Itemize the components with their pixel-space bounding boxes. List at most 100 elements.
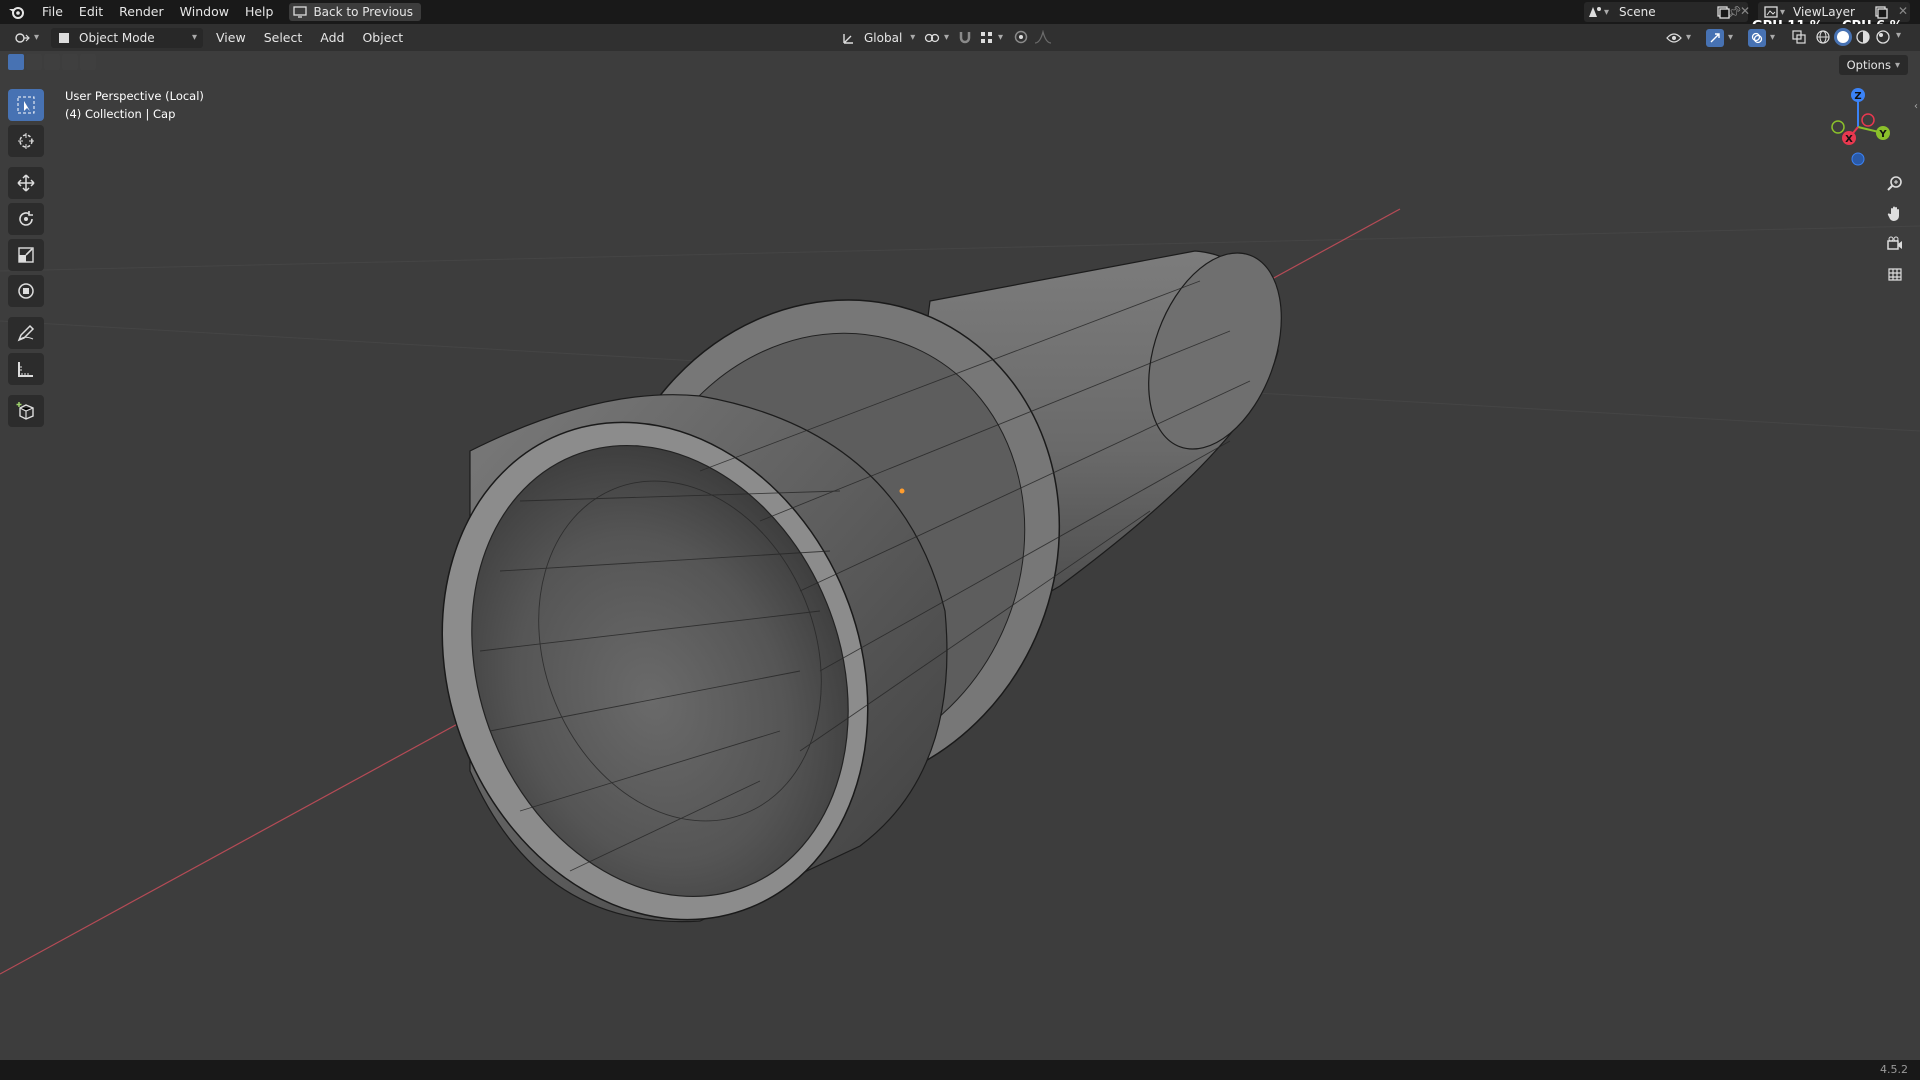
scale-tool[interactable] xyxy=(8,239,44,271)
new-scene-icon[interactable] xyxy=(1714,3,1732,21)
transform-icon xyxy=(18,283,34,299)
gizmo-dropdown[interactable]: ▾ xyxy=(1700,28,1739,48)
viewport-scene xyxy=(0,208,1920,975)
menu-view[interactable]: View xyxy=(207,30,255,45)
add-cube-icon xyxy=(16,402,34,420)
pivot-icon xyxy=(924,33,940,42)
chevron-down-icon: ▾ xyxy=(192,32,198,43)
scene-name: Scene xyxy=(1619,5,1656,19)
measure-tool[interactable] xyxy=(8,353,44,385)
delete-scene-icon[interactable]: ✕ xyxy=(1740,4,1750,18)
blender-logo-icon[interactable] xyxy=(0,0,34,24)
eye-icon xyxy=(1666,32,1682,43)
menu-render[interactable]: Render xyxy=(111,0,172,24)
menu-edit[interactable]: Edit xyxy=(71,0,111,24)
back-to-previous-label: Back to Previous xyxy=(313,5,413,19)
gizmo-neg-y-axis[interactable] xyxy=(1831,120,1845,134)
options-label: Options xyxy=(1846,58,1891,72)
chevron-down-icon: ▾ xyxy=(944,32,950,43)
transform-orientation-dropdown[interactable]: Global ▾ xyxy=(836,28,921,48)
zoom-button[interactable] xyxy=(1882,171,1908,197)
rotate-tool[interactable] xyxy=(8,203,44,235)
editor-type-dropdown[interactable]: ▾ xyxy=(8,28,45,48)
version-label: 4.5.2 xyxy=(1880,1063,1908,1076)
top-menu-bar: File Edit Render Window Help Back to Pre… xyxy=(0,0,1920,34)
rendered-shading-icon[interactable] xyxy=(1874,28,1892,46)
view3d-icon xyxy=(15,32,30,43)
gizmo-z-label: Z xyxy=(1854,91,1861,102)
perspective-label: User Perspective (Local) xyxy=(65,89,204,103)
ortho-toggle-button[interactable] xyxy=(1882,261,1908,287)
select-cursor-icon xyxy=(17,96,35,114)
wireframe-shading-icon[interactable] xyxy=(1814,28,1832,46)
select-box-tool[interactable] xyxy=(8,89,44,121)
solid-shading-icon[interactable] xyxy=(1834,28,1852,46)
selection-mode-buttons xyxy=(8,54,96,70)
object-origin xyxy=(899,488,905,494)
gizmo-toggle-icon[interactable] xyxy=(1706,28,1724,47)
pencil-icon xyxy=(17,324,35,342)
collection-label: (4) Collection | Cap xyxy=(65,107,176,121)
gizmo-neg-z-axis[interactable] xyxy=(1851,152,1865,166)
cursor-crosshair-icon xyxy=(18,133,34,149)
snap-toggle-icon[interactable] xyxy=(956,28,974,46)
falloff-icon[interactable] xyxy=(1034,28,1052,46)
3d-viewport[interactable]: User Perspective (Local) (4) Collection … xyxy=(0,51,1920,1060)
menu-object[interactable]: Object xyxy=(353,30,412,45)
pan-button[interactable] xyxy=(1882,201,1908,227)
select-new-icon[interactable] xyxy=(8,54,24,70)
move-arrows-icon xyxy=(17,174,35,192)
navigation-gizmo[interactable]: Z Y X xyxy=(1818,87,1898,167)
options-dropdown[interactable]: Options ▾ xyxy=(1838,55,1908,75)
camera-icon xyxy=(1887,236,1902,250)
gizmo-neg-x-axis[interactable] xyxy=(1861,113,1875,127)
overlays-toggle-icon[interactable] xyxy=(1748,28,1766,47)
snap-target-dropdown[interactable]: ▾ xyxy=(974,28,1009,48)
orientation-label: Global xyxy=(864,30,903,45)
material-shading-icon[interactable] xyxy=(1854,28,1872,46)
menu-help[interactable]: Help xyxy=(237,0,282,24)
chevron-down-icon: ▾ xyxy=(1770,32,1776,43)
chevron-down-icon: ▾ xyxy=(998,32,1004,43)
chevron-down-icon: ▾ xyxy=(1728,32,1734,43)
delete-view-layer-icon[interactable]: ✕ xyxy=(1898,4,1908,18)
chevron-down-icon: ▾ xyxy=(1894,59,1900,71)
move-tool[interactable] xyxy=(8,167,44,199)
select-subtract-icon[interactable] xyxy=(44,54,60,70)
zoom-icon xyxy=(1887,176,1902,191)
add-cube-tool[interactable] xyxy=(8,395,44,427)
select-invert-icon[interactable] xyxy=(62,54,78,70)
back-to-previous-button[interactable]: Back to Previous xyxy=(289,3,421,21)
xray-toggle-icon[interactable] xyxy=(1790,28,1808,46)
pivot-point-dropdown[interactable]: ▾ xyxy=(918,28,955,48)
select-intersect-icon[interactable] xyxy=(80,54,96,70)
viewport-info-overlay: User Perspective (Local) (4) Collection … xyxy=(65,87,204,123)
select-extend-icon[interactable] xyxy=(26,54,42,70)
gizmo-y-label: Y xyxy=(1878,129,1887,140)
rotate-icon xyxy=(19,211,33,226)
menu-select[interactable]: Select xyxy=(255,30,312,45)
view-layer-name: ViewLayer xyxy=(1793,5,1855,19)
menu-file[interactable]: File xyxy=(34,0,71,24)
object-mode-icon xyxy=(59,32,70,43)
viewport-header: ▾ Object Mode ▾ View Select Add Object G… xyxy=(0,24,1920,51)
mode-dropdown[interactable]: Object Mode ▾ xyxy=(51,27,204,48)
annotate-tool[interactable] xyxy=(8,317,44,349)
camera-view-button[interactable] xyxy=(1882,231,1908,257)
ruler-icon xyxy=(18,362,33,377)
chevron-down-icon: ▾ xyxy=(34,32,40,43)
object-visibility-dropdown[interactable]: ▾ xyxy=(1660,28,1697,48)
menu-add[interactable]: Add xyxy=(311,30,353,45)
proportional-editing-icon[interactable] xyxy=(1012,28,1030,46)
transform-tool[interactable] xyxy=(8,275,44,307)
shading-options-chevron-icon[interactable]: ▾ xyxy=(1896,30,1901,41)
tool-shelf xyxy=(8,89,46,431)
snap-grid-icon xyxy=(981,31,992,43)
chevron-down-icon: ▾ xyxy=(1780,6,1786,18)
sidebar-toggle-icon[interactable]: ‹ xyxy=(1914,101,1918,112)
screen-icon xyxy=(293,6,308,18)
menu-window[interactable]: Window xyxy=(172,0,237,24)
cursor-tool[interactable] xyxy=(8,125,44,157)
overlays-dropdown[interactable]: ▾ xyxy=(1742,28,1781,48)
chevron-down-icon: ▾ xyxy=(1686,32,1692,43)
